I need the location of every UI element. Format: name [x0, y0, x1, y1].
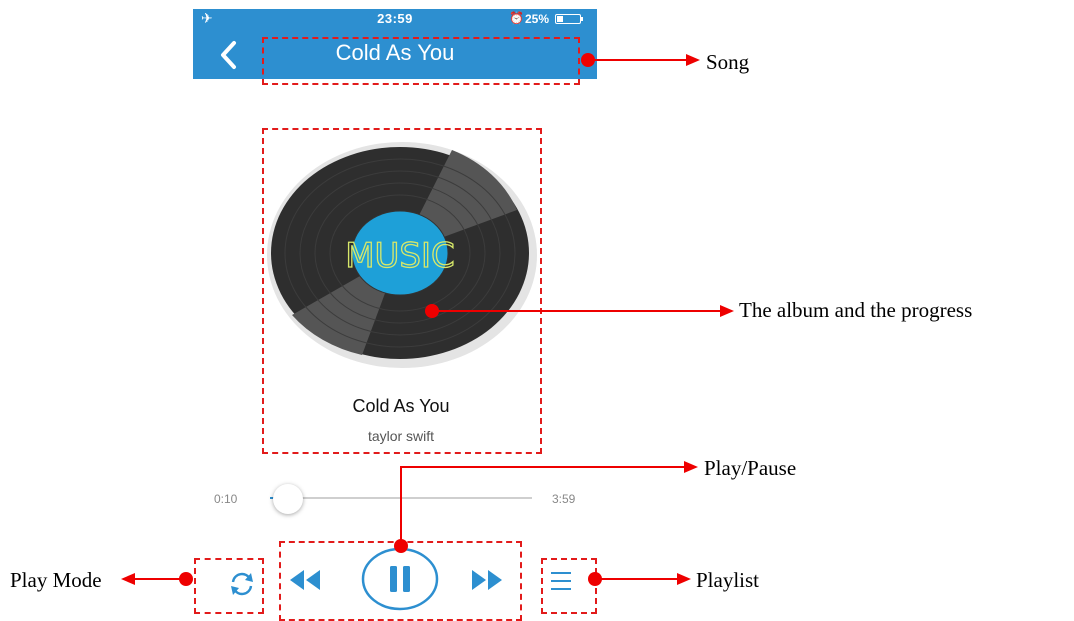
play-pause-annotation-label: Play/Pause — [704, 456, 797, 480]
battery-percent: 25% — [525, 12, 550, 26]
battery-icon — [555, 14, 583, 24]
album-annotation-label: The album and the progress — [739, 298, 973, 322]
song-annotation-box — [262, 37, 580, 85]
artist-name: taylor swift — [367, 428, 435, 444]
album-art-text: MUSIC — [345, 236, 455, 276]
play-mode-annotation-line — [133, 578, 183, 580]
status-bar: ✈ 23:59 ⏰ 25% — [193, 9, 597, 31]
playlist-annotation-arrow — [677, 573, 691, 585]
pause-icon[interactable] — [361, 547, 439, 616]
progress-thumb[interactable] — [273, 484, 304, 514]
list-icon[interactable] — [550, 568, 572, 599]
song-annotation-line — [588, 59, 688, 61]
play-pause-annotation-hline — [400, 466, 686, 468]
song-annotation-arrow — [686, 54, 700, 66]
play-pause-annotation-vline — [400, 466, 402, 544]
vinyl-record: MUSIC — [267, 142, 537, 368]
rewind-icon[interactable] — [288, 568, 322, 597]
play-pause-annotation-arrow — [684, 461, 698, 473]
album-annotation-line — [432, 310, 722, 312]
playlist-annotation-line — [595, 578, 679, 580]
playlist-annotation-label: Playlist — [696, 568, 760, 592]
play-mode-annotation-arrow — [121, 573, 135, 585]
play-mode-annotation-label: Play Mode — [10, 568, 102, 592]
total-time: 3:59 — [552, 492, 576, 506]
repeat-icon[interactable] — [226, 568, 258, 605]
song-title: Cold As You — [352, 396, 450, 416]
fast-forward-icon[interactable] — [470, 568, 504, 597]
alarm-icon: ⏰ — [509, 11, 524, 25]
album-annotation-arrow — [720, 305, 734, 317]
elapsed-time: 0:10 — [214, 492, 238, 506]
song-annotation-label: Song — [706, 50, 750, 74]
